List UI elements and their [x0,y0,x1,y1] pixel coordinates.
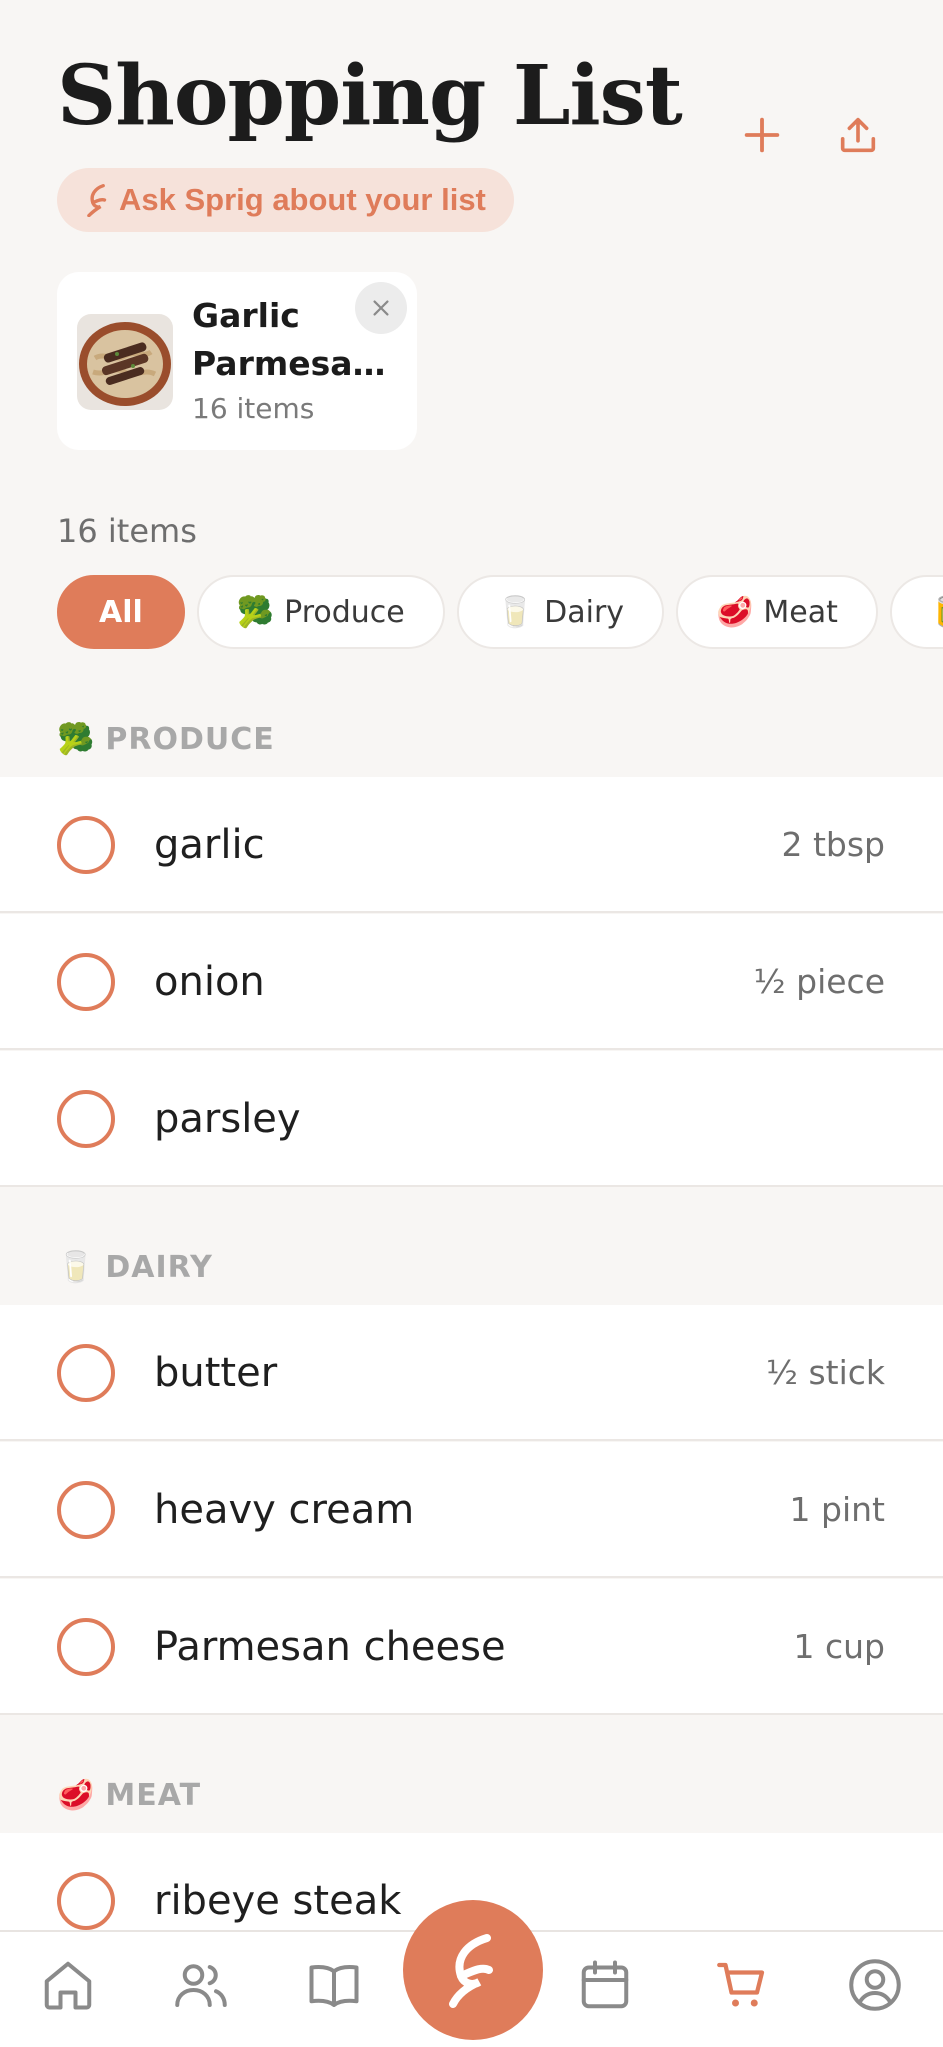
milk-icon: 🥛 [57,1249,96,1285]
milk-icon: 🥛 [496,594,535,630]
filter-chip-dairy[interactable]: 🥛 Dairy [456,575,665,649]
section-title: MEAT [105,1777,202,1813]
upload-share-icon [840,117,876,153]
broccoli-icon: 🥦 [236,594,275,630]
item-checkbox[interactable] [57,816,115,874]
add-item-button[interactable] [732,105,792,165]
recipe-thumbnail [77,314,173,410]
item-name: Parmesan cheese [154,1624,506,1670]
ask-sprig-label: Ask Sprig about your list [119,182,486,217]
cart-icon [717,1962,765,2007]
people-icon [175,1964,227,2007]
list-item[interactable]: heavy cream 1 pint [0,1442,943,1578]
item-checkbox[interactable] [57,1344,115,1402]
category-filter-bar: All 🥦 Produce 🥛 Dairy 🥩 Meat 🥫 [57,575,943,649]
item-name: onion [154,959,265,1005]
list-item[interactable]: parsley [0,1051,943,1187]
item-quantity: 1 pint [789,1490,885,1529]
item-checkbox[interactable] [57,1090,115,1148]
item-checkbox[interactable] [57,1872,115,1930]
section-header-dairy: 🥛 DAIRY [57,1242,213,1292]
section-header-produce: 🥦 PRODUCE [57,714,275,764]
section-title: PRODUCE [105,721,275,757]
item-name: parsley [154,1096,301,1142]
nav-meal-plan[interactable] [570,1950,640,2020]
calendar-icon [581,1960,629,2009]
list-item[interactable]: Parmesan cheese 1 cup [0,1579,943,1715]
item-name: garlic [154,822,265,868]
item-quantity: ½ piece [753,962,885,1001]
nav-community[interactable] [166,1950,236,2020]
sprig-leaf-icon [449,1934,493,2008]
filter-chip-label: Produce [284,594,405,630]
meat-icon: 🥩 [57,1777,96,1813]
recipe-card[interactable]: Garlic Parmesan... 16 items [57,272,417,450]
sprig-assistant-button[interactable] [403,1900,543,2040]
can-icon: 🥫 [930,595,943,630]
filter-chip-label: Dairy [544,594,625,630]
recipe-title-line-2: Parmesan... [192,344,392,383]
item-quantity: ½ stick [765,1353,885,1392]
sprig-leaf-icon [87,184,107,217]
nav-home[interactable] [33,1950,103,2020]
filter-chip-label: Meat [763,594,838,630]
section-title: DAIRY [105,1249,213,1285]
broccoli-icon: 🥦 [57,721,96,757]
nav-recipes[interactable] [299,1950,369,2020]
item-checkbox[interactable] [57,953,115,1011]
item-name: butter [154,1350,278,1396]
plus-icon [744,117,780,153]
list-item[interactable]: onion ½ piece [0,914,943,1050]
section-header-meat: 🥩 MEAT [57,1770,201,1820]
total-items-count: 16 items [57,512,197,550]
list-item[interactable]: garlic 2 tbsp [0,777,943,913]
item-name: heavy cream [154,1487,415,1533]
close-icon [373,300,389,316]
book-icon [309,1965,359,2007]
list-item[interactable]: butter ½ stick [0,1305,943,1441]
nav-shopping-list[interactable] [708,1950,778,2020]
profile-icon [849,1959,901,2011]
remove-recipe-button[interactable] [355,282,407,334]
filter-chip-pantry[interactable]: 🥫 [889,575,943,649]
page-title: Shopping List [57,48,683,144]
item-quantity: 1 cup [793,1627,886,1666]
filter-chip-label: All [99,594,143,630]
nav-profile[interactable] [840,1950,910,2020]
filter-chip-all[interactable]: All [57,575,185,649]
meat-icon: 🥩 [716,594,754,630]
shopping-list-screen: Shopping List Ask Sprig about your list [0,0,943,2047]
item-checkbox[interactable] [57,1481,115,1539]
home-icon [44,1961,92,2010]
filter-chip-produce[interactable]: 🥦 Produce [196,575,445,649]
ask-sprig-button[interactable]: Ask Sprig about your list [57,168,514,232]
filter-chip-meat[interactable]: 🥩 Meat [676,575,878,649]
item-quantity: 2 tbsp [781,825,885,864]
share-button[interactable] [828,105,888,165]
item-checkbox[interactable] [57,1618,115,1676]
recipe-item-count: 16 items [192,392,315,425]
